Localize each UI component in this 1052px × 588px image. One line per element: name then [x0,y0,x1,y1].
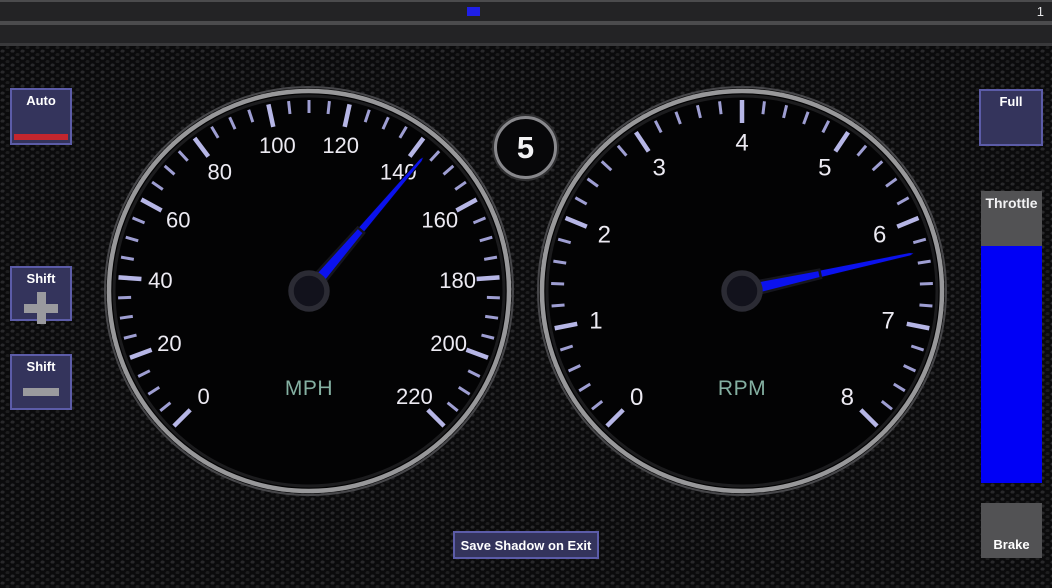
gauge-tick-label: 60 [166,207,190,232]
top-slider-thumb[interactable] [467,7,480,16]
gauge-tick-label: 5 [818,155,831,182]
brake-button-label: Brake [993,537,1029,552]
gauge-tick-label: 1 [589,307,602,334]
top-bar-divider [0,43,1052,46]
auto-button-label: Auto [12,93,70,108]
gauge-tick-label: 120 [322,133,359,158]
brake-button[interactable]: Brake [981,503,1042,558]
gauge-tick-label: 8 [841,384,854,411]
gauge-tick-label: 160 [421,207,458,232]
gauge-minor-tick [485,316,498,318]
shift-down-button[interactable]: Shift [10,354,72,410]
save-shadow-button-label: Save Shadow on Exit [461,538,592,553]
top-slider-track[interactable]: 1 [0,2,1052,21]
auto-indicator-bar [14,134,68,140]
top-slider-value: 1 [1037,2,1044,21]
full-button-label: Full [981,94,1041,109]
gauge-minor-tick [763,101,765,114]
gauge-minor-tick [328,101,329,114]
gauge-tick-label: 20 [157,331,181,356]
gauge-minor-tick [551,284,564,285]
gauge-minor-tick [920,284,933,285]
gauge-minor-tick [553,261,566,263]
gauge-unit-label: MPH [285,377,333,400]
gauge-tick-label: 3 [653,155,666,182]
gauge-tick-label: 40 [148,268,172,293]
auto-button[interactable]: Auto [10,88,72,145]
shift-down-button-label: Shift [12,359,70,374]
shift-up-button-label: Shift [12,271,70,286]
gauge-tick-label: 6 [873,221,886,248]
shift-up-button[interactable]: Shift [10,266,72,321]
gauge-tick-label: 220 [396,384,433,409]
dashboard-screen: 1 Auto Shift Shift 5 0204060801001201401… [0,0,1052,588]
full-throttle-button[interactable]: Full [979,89,1043,146]
gauge-tick-label: 0 [198,384,210,409]
gauge-tick-label: 200 [430,331,467,356]
throttle-label: Throttle [981,195,1042,211]
gauge-tick-label: 2 [598,221,611,248]
gauge-tick-label: 100 [259,133,296,158]
gauge-major-tick [477,277,500,279]
gauge-tick-label: 180 [439,268,476,293]
gauge-tick-label: 7 [881,307,894,334]
gauge-minor-tick [289,101,290,114]
gauge-major-tick [118,277,141,279]
speedometer-gauge: 020406080100120140160180200220MPH [104,86,514,496]
gauge-hub [291,273,327,309]
gauge-minor-tick [919,305,932,306]
gauge-minor-tick [720,101,722,114]
gauge-tick-label: 0 [630,384,643,411]
tachometer-gauge: 0 1 2 3 4 5 6 7 8 RPM [537,86,947,496]
gauge-minor-tick [552,305,565,306]
secondary-bar[interactable] [0,25,1052,43]
minus-icon [23,388,59,396]
gauge-minor-tick [918,261,931,263]
gauge-tick-label: 80 [207,159,231,184]
throttle-slider[interactable]: Throttle [981,191,1042,483]
gear-value: 5 [517,130,534,166]
throttle-fill [981,246,1042,483]
gauge-minor-tick [120,316,133,318]
top-bars: 1 [0,0,1052,46]
plus-icon [24,296,58,320]
gauge-unit-label: RPM [718,377,766,400]
gauge-tick-label: 4 [735,129,748,156]
gauge-hub [724,273,760,309]
save-shadow-button[interactable]: Save Shadow on Exit [453,531,599,559]
